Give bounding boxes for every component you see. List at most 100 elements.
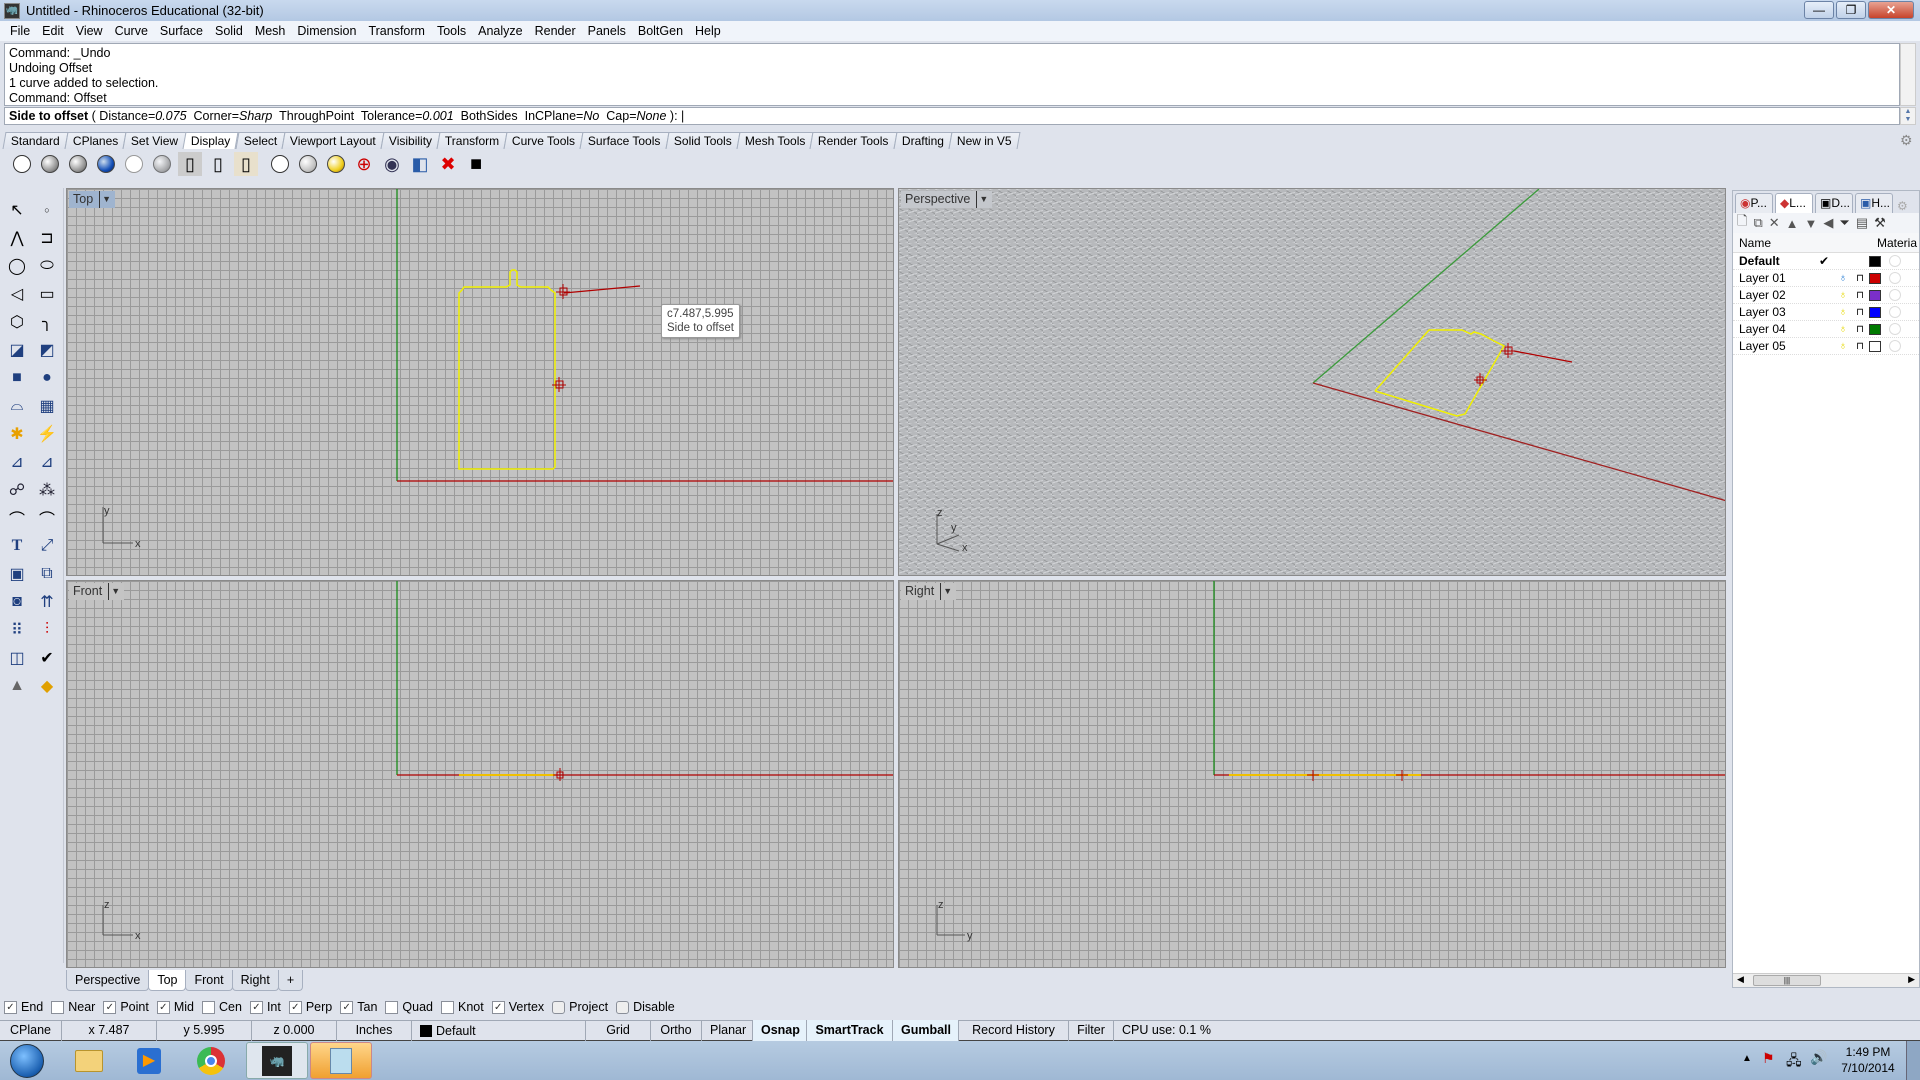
osnap-project[interactable]: Project bbox=[552, 1000, 608, 1014]
prompt-spinner[interactable]: ▲ ▼ bbox=[1900, 107, 1916, 125]
project-icon[interactable]: ⇈ bbox=[33, 588, 61, 615]
fillet-curve-icon[interactable]: ╮ bbox=[33, 308, 61, 335]
menu-tools[interactable]: Tools bbox=[431, 24, 472, 38]
add-viewport-tab-button[interactable]: + bbox=[277, 970, 304, 991]
checkbox[interactable] bbox=[385, 1000, 399, 1014]
toolbar-tab-display[interactable]: Display bbox=[182, 132, 240, 149]
cplane-toggle[interactable]: CPlane bbox=[0, 1020, 62, 1041]
toolbar-tab-transform[interactable]: Transform bbox=[436, 132, 508, 149]
minimize-button[interactable]: — bbox=[1804, 1, 1834, 19]
menu-solid[interactable]: Solid bbox=[209, 24, 249, 38]
explorer-icon[interactable] bbox=[58, 1042, 120, 1079]
viewport-tab-top[interactable]: Top bbox=[148, 970, 187, 991]
chrome-icon[interactable] bbox=[180, 1042, 242, 1079]
menu-render[interactable]: Render bbox=[529, 24, 582, 38]
layer-name[interactable]: Layer 02 bbox=[1733, 288, 1813, 302]
lightbulb-icon[interactable]: ♁ bbox=[1835, 272, 1851, 284]
layer-states-icon[interactable]: ▤ bbox=[1856, 215, 1868, 231]
windows-update-icon[interactable] bbox=[310, 1042, 372, 1079]
menu-analyze[interactable]: Analyze bbox=[472, 24, 528, 38]
osnap-vertex[interactable]: ✓ Vertex bbox=[491, 1000, 544, 1014]
units[interactable]: Inches bbox=[337, 1020, 412, 1041]
circle-icon[interactable]: ◯ bbox=[3, 252, 31, 279]
menu-panels[interactable]: Panels bbox=[582, 24, 632, 38]
planar-toggle[interactable]: Planar bbox=[702, 1020, 753, 1041]
layer-name[interactable]: Layer 05 bbox=[1733, 339, 1813, 353]
osnap-perp[interactable]: ✓ Perp bbox=[288, 1000, 332, 1014]
network-icon[interactable]: 🖧 bbox=[1786, 1050, 1802, 1074]
monitor-icon[interactable]: ■ bbox=[464, 152, 488, 176]
delete-layer-icon[interactable]: ✕ bbox=[1769, 215, 1780, 231]
filter-toggle[interactable]: Filter bbox=[1069, 1020, 1114, 1041]
move-up-icon[interactable]: ▲ bbox=[1786, 216, 1799, 231]
array-icon[interactable]: ▣ bbox=[3, 560, 31, 587]
menu-dimension[interactable]: Dimension bbox=[291, 24, 362, 38]
checkbox[interactable] bbox=[616, 1000, 630, 1014]
fillet-icon[interactable]: ⌒ bbox=[3, 504, 31, 531]
group-icon[interactable]: ☍ bbox=[3, 476, 31, 503]
ortho-toggle[interactable]: Ortho bbox=[651, 1020, 702, 1041]
checkbox[interactable]: ✓ bbox=[4, 1000, 17, 1014]
gear-icon[interactable]: ⚙ bbox=[1900, 132, 1913, 149]
toolbar-tab-set-view[interactable]: Set View bbox=[122, 132, 187, 149]
surface-edit-icon[interactable]: ◩ bbox=[33, 336, 61, 363]
toolbar-tab-surface-tools[interactable]: Surface Tools bbox=[579, 132, 670, 149]
volume-icon[interactable]: 🔊 bbox=[1810, 1049, 1827, 1066]
move-icon[interactable]: ⤢ bbox=[33, 532, 61, 559]
boolean-icon[interactable]: ● bbox=[33, 364, 61, 391]
column-name[interactable]: Name bbox=[1733, 236, 1843, 250]
point-icon[interactable]: ○ bbox=[33, 196, 61, 223]
arc-icon[interactable]: ◁ bbox=[3, 280, 31, 307]
menu-mesh[interactable]: Mesh bbox=[249, 24, 292, 38]
viewport-tab-front[interactable]: Front bbox=[185, 970, 233, 991]
disable-clipping-icon[interactable]: ✖ bbox=[436, 152, 460, 176]
show-hidden-icons[interactable]: ▲ bbox=[1742, 1053, 1752, 1064]
clipping-plane-icon[interactable]: ◧ bbox=[408, 152, 432, 176]
lock-icon[interactable]: ⊓ bbox=[1851, 324, 1869, 335]
menu-boltgen[interactable]: BoltGen bbox=[632, 24, 689, 38]
new-sublayer-icon[interactable]: ⧉ bbox=[1753, 215, 1762, 231]
option-incplane[interactable]: InCPlane=No bbox=[525, 109, 600, 123]
lock-icon[interactable]: ⊓ bbox=[1851, 307, 1869, 318]
checkbox[interactable]: ✓ bbox=[249, 1000, 263, 1014]
material-icon[interactable] bbox=[1889, 323, 1901, 335]
checkbox[interactable]: ✓ bbox=[491, 1000, 505, 1014]
move-parent-icon[interactable]: ◀ bbox=[1823, 215, 1833, 231]
panel-tab-display[interactable]: ▣D... bbox=[1815, 193, 1853, 213]
check-icon[interactable]: ✔ bbox=[33, 644, 61, 671]
explode-icon[interactable]: ✱ bbox=[3, 420, 31, 447]
select-icon[interactable]: ↖ bbox=[3, 196, 31, 223]
record-history-toggle[interactable]: Record History bbox=[959, 1020, 1069, 1041]
osnap-end[interactable]: ✓ End bbox=[4, 1000, 43, 1014]
layer-color-swatch[interactable] bbox=[1869, 340, 1881, 352]
gold-sphere-icon[interactable] bbox=[324, 152, 348, 176]
restore-button[interactable]: ❐ bbox=[1836, 1, 1866, 19]
checkbox[interactable]: ✓ bbox=[103, 1000, 117, 1014]
viewport-perspective[interactable]: Perspective ▼ z y x bbox=[898, 188, 1726, 576]
pen-icon[interactable]: ▯ bbox=[234, 152, 258, 176]
osnap-point[interactable]: ✓ Point bbox=[103, 1000, 149, 1014]
toolbar-tab-select[interactable]: Select bbox=[235, 132, 286, 149]
menu-surface[interactable]: Surface bbox=[154, 24, 209, 38]
layer-row[interactable]: Layer 03 ♁ ⊓ bbox=[1733, 304, 1919, 321]
panel-tab-layers[interactable]: ◆L... bbox=[1775, 193, 1813, 213]
option-throughpoint[interactable]: ThroughPoint bbox=[279, 109, 354, 123]
command-history-scrollbar[interactable] bbox=[1900, 43, 1916, 106]
gumball-toggle[interactable]: Gumball bbox=[893, 1020, 959, 1041]
option-distance[interactable]: Distance=0.075 bbox=[99, 109, 186, 123]
osnap-knot[interactable]: Knot bbox=[441, 1000, 484, 1014]
move-down-icon[interactable]: ▼ bbox=[1805, 216, 1818, 231]
toolbar-tab-viewport-layout[interactable]: Viewport Layout bbox=[281, 132, 385, 149]
lock-icon[interactable]: ⊓ bbox=[1851, 290, 1869, 301]
rectangle-icon[interactable]: ▭ bbox=[33, 280, 61, 307]
column-material[interactable]: Materia bbox=[1843, 236, 1917, 250]
smarttrack-toggle[interactable]: SmartTrack bbox=[807, 1020, 893, 1041]
option-bothsides[interactable]: BothSides bbox=[461, 109, 518, 123]
menu-edit[interactable]: Edit bbox=[36, 24, 70, 38]
toolbar-tab-solid-tools[interactable]: Solid Tools bbox=[665, 132, 741, 149]
layer-name[interactable]: Layer 04 bbox=[1733, 322, 1813, 336]
curve-icon[interactable]: ⊐ bbox=[33, 224, 61, 251]
layer-row[interactable]: Default ✔ bbox=[1733, 253, 1919, 270]
panel-tab-properties[interactable]: ◉P... bbox=[1735, 193, 1773, 213]
text-icon[interactable]: T bbox=[3, 532, 31, 559]
